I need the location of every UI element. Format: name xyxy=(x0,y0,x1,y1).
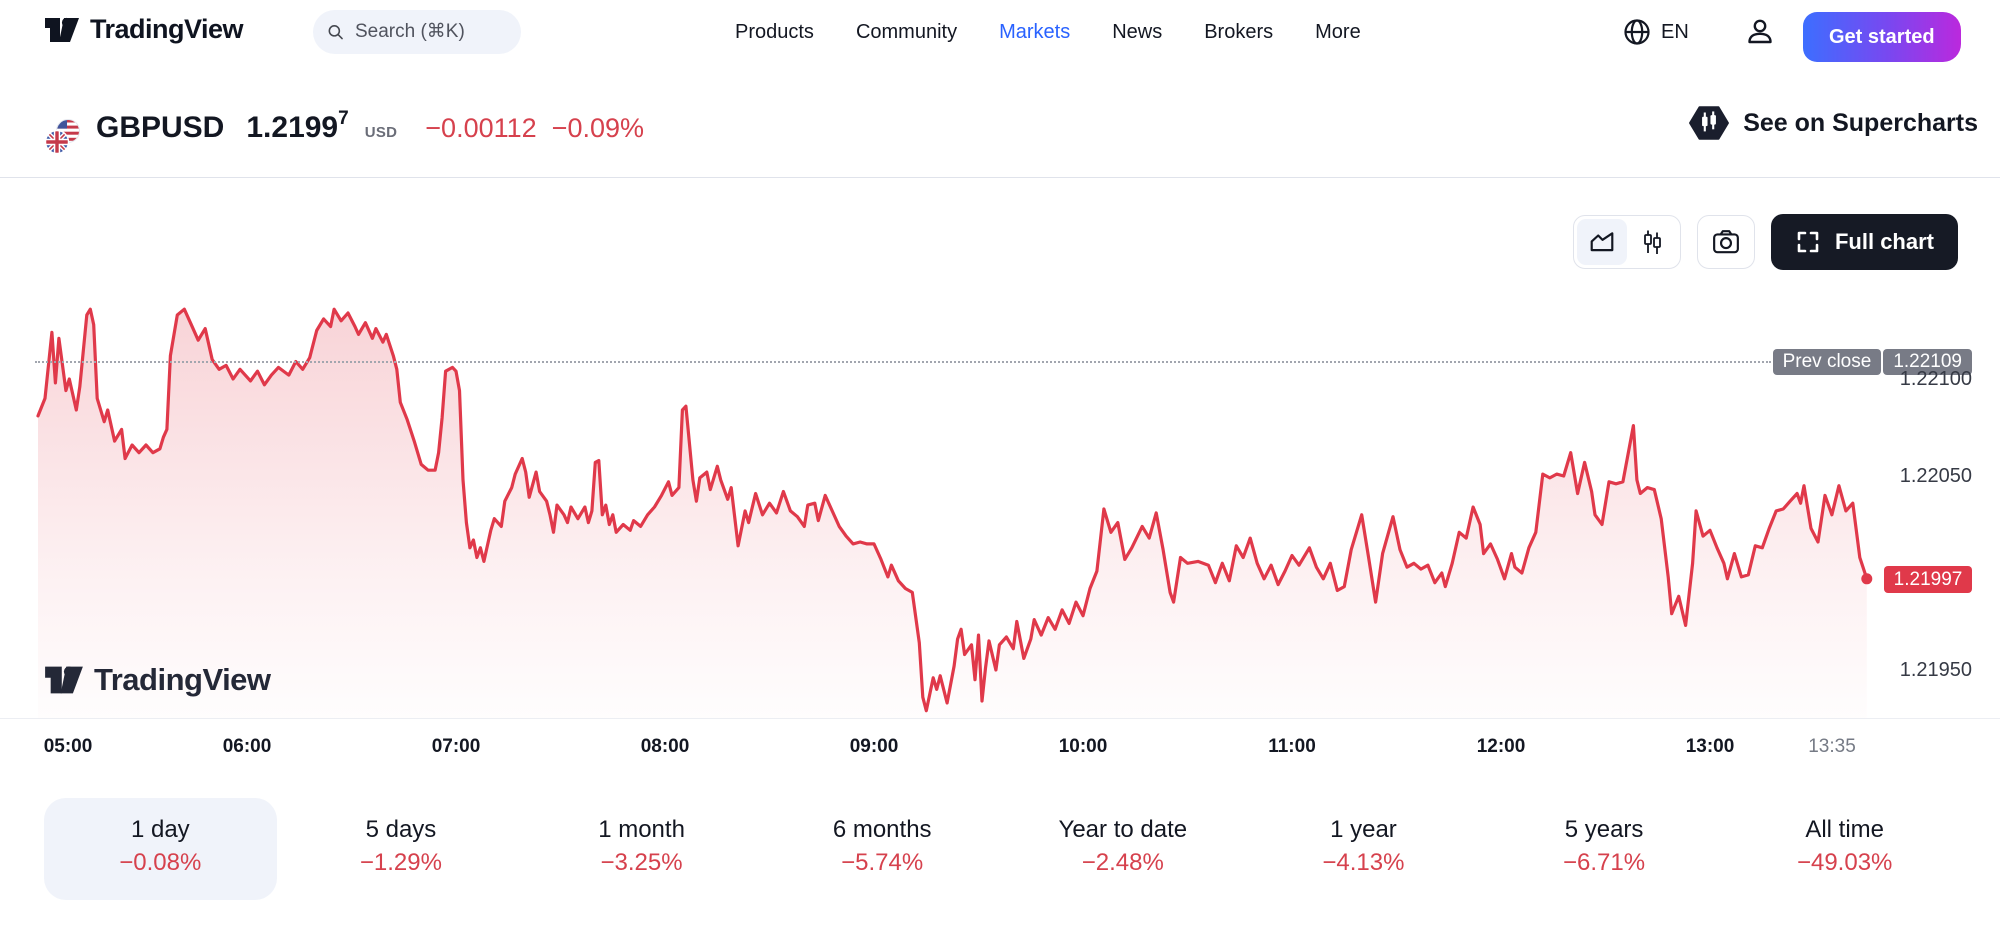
time-axis-label: 12:00 xyxy=(1477,736,1526,758)
nav-item-markets[interactable]: Markets xyxy=(999,21,1070,44)
time-axis-label: 09:00 xyxy=(850,736,899,758)
time-axis-label: 13:00 xyxy=(1686,736,1735,758)
area-chart-type-button[interactable] xyxy=(1577,219,1627,265)
globe-icon xyxy=(1622,17,1652,47)
nav-links: Products Community Markets News Brokers More xyxy=(735,0,1361,64)
symbol-header: GBPUSD 1.21997 USD −0.00112 −0.09% See o… xyxy=(0,66,2000,177)
range-label: Year to date xyxy=(1007,814,1240,846)
current-price-badge: 1.21997 xyxy=(1884,566,1972,593)
brand-name: TradingView xyxy=(90,14,243,45)
nav-item-news[interactable]: News xyxy=(1112,21,1162,44)
range-label: 5 years xyxy=(1488,814,1721,846)
range-button-all-time[interactable]: All time−49.03% xyxy=(1728,798,1961,900)
range-label: 1 year xyxy=(1247,814,1480,846)
candles-chart-type-button[interactable] xyxy=(1627,219,1677,265)
supercharts-icon xyxy=(1688,104,1730,142)
range-button-6-months[interactable]: 6 months−5.74% xyxy=(766,798,999,900)
range-button-5-years[interactable]: 5 years−6.71% xyxy=(1488,798,1721,900)
tradingview-logo[interactable]: TradingView xyxy=(44,14,243,45)
symbol-change: −0.00112 −0.09% xyxy=(425,113,644,144)
nav-item-more[interactable]: More xyxy=(1315,21,1361,44)
range-button-1-month[interactable]: 1 month−3.25% xyxy=(525,798,758,900)
camera-icon xyxy=(1712,229,1740,255)
chart-toolbar: Full chart xyxy=(1573,214,1958,270)
full-chart-button[interactable]: Full chart xyxy=(1771,214,1958,270)
chart-type-switcher xyxy=(1573,215,1681,269)
tradingview-logo-icon xyxy=(44,15,80,45)
candles-chart-icon xyxy=(1640,228,1664,256)
search-icon xyxy=(327,21,344,43)
area-chart-icon xyxy=(1589,230,1615,254)
range-button-1-year[interactable]: 1 year−4.13% xyxy=(1247,798,1480,900)
nav-item-community[interactable]: Community xyxy=(856,21,957,44)
last-price-dot xyxy=(1861,573,1872,584)
watermark-label: TradingView xyxy=(94,662,271,698)
range-change: −5.74% xyxy=(766,846,999,880)
supercharts-label: See on Supercharts xyxy=(1743,109,1978,138)
range-label: 5 days xyxy=(285,814,518,846)
snapshot-button[interactable] xyxy=(1697,215,1755,269)
time-axis-label: 07:00 xyxy=(432,736,481,758)
symbol-price: 1.21997 xyxy=(246,110,348,145)
watermark-logo-icon xyxy=(44,663,84,697)
search-box[interactable] xyxy=(313,10,521,54)
price-fractional-digit: 7 xyxy=(338,108,349,129)
time-axis-label: 13:35 xyxy=(1808,736,1856,758)
price-axis-label: 1.22050 xyxy=(1900,465,1972,488)
symbol-currency: USD xyxy=(365,124,398,141)
range-label: 6 months xyxy=(766,814,999,846)
range-button-5-days[interactable]: 5 days−1.29% xyxy=(285,798,518,900)
range-change: −6.71% xyxy=(1488,846,1721,880)
range-change: −0.08% xyxy=(44,846,277,880)
user-menu-button[interactable] xyxy=(1744,16,1776,48)
tradingview-page: TradingView Products Community Markets News… xyxy=(0,0,2000,925)
chart-watermark: TradingView xyxy=(44,662,271,698)
language-code: EN xyxy=(1661,21,1689,44)
range-selector: 1 day−0.08%5 days−1.29%1 month−3.25%6 mo… xyxy=(40,798,1965,900)
fullscreen-icon xyxy=(1795,229,1821,255)
range-label: 1 month xyxy=(525,814,758,846)
range-button-1-day[interactable]: 1 day−0.08% xyxy=(44,798,277,900)
time-axis-label: 05:00 xyxy=(44,736,93,758)
search-input[interactable] xyxy=(353,20,507,44)
range-button-year-to-date[interactable]: Year to date−2.48% xyxy=(1007,798,1240,900)
prev-close-line xyxy=(35,361,1771,363)
range-change: −3.25% xyxy=(525,846,758,880)
full-chart-label: Full chart xyxy=(1835,229,1934,255)
price-axis-label: 1.22100 xyxy=(1900,368,1972,391)
top-navigation: TradingView Products Community Markets News… xyxy=(0,0,2000,64)
range-change: −49.03% xyxy=(1728,846,1961,880)
range-change: −2.48% xyxy=(1007,846,1240,880)
price-chart-canvas[interactable] xyxy=(0,292,2000,718)
time-axis-label: 06:00 xyxy=(223,736,272,758)
time-axis-label: 10:00 xyxy=(1059,736,1108,758)
price-area-fill xyxy=(38,309,1867,718)
header-divider xyxy=(0,177,2000,178)
range-label: All time xyxy=(1728,814,1961,846)
time-axis-label: 08:00 xyxy=(641,736,690,758)
gbpusd-flag-icon xyxy=(44,118,82,156)
language-selector[interactable]: EN xyxy=(1622,0,1689,64)
time-axis-label: 11:00 xyxy=(1268,736,1316,758)
x-axis-line xyxy=(0,718,2000,719)
see-on-supercharts-link[interactable]: See on Supercharts xyxy=(1688,104,1978,142)
user-icon xyxy=(1744,16,1776,48)
prev-close-label: Prev close xyxy=(1773,349,1882,375)
range-change: −4.13% xyxy=(1247,846,1480,880)
range-change: −1.29% xyxy=(285,846,518,880)
range-label: 1 day xyxy=(44,814,277,846)
nav-item-brokers[interactable]: Brokers xyxy=(1204,21,1273,44)
price-axis-label: 1.21950 xyxy=(1900,659,1972,682)
nav-item-products[interactable]: Products xyxy=(735,21,814,44)
get-started-button[interactable]: Get started xyxy=(1803,12,1961,62)
symbol-name[interactable]: GBPUSD xyxy=(96,111,224,145)
